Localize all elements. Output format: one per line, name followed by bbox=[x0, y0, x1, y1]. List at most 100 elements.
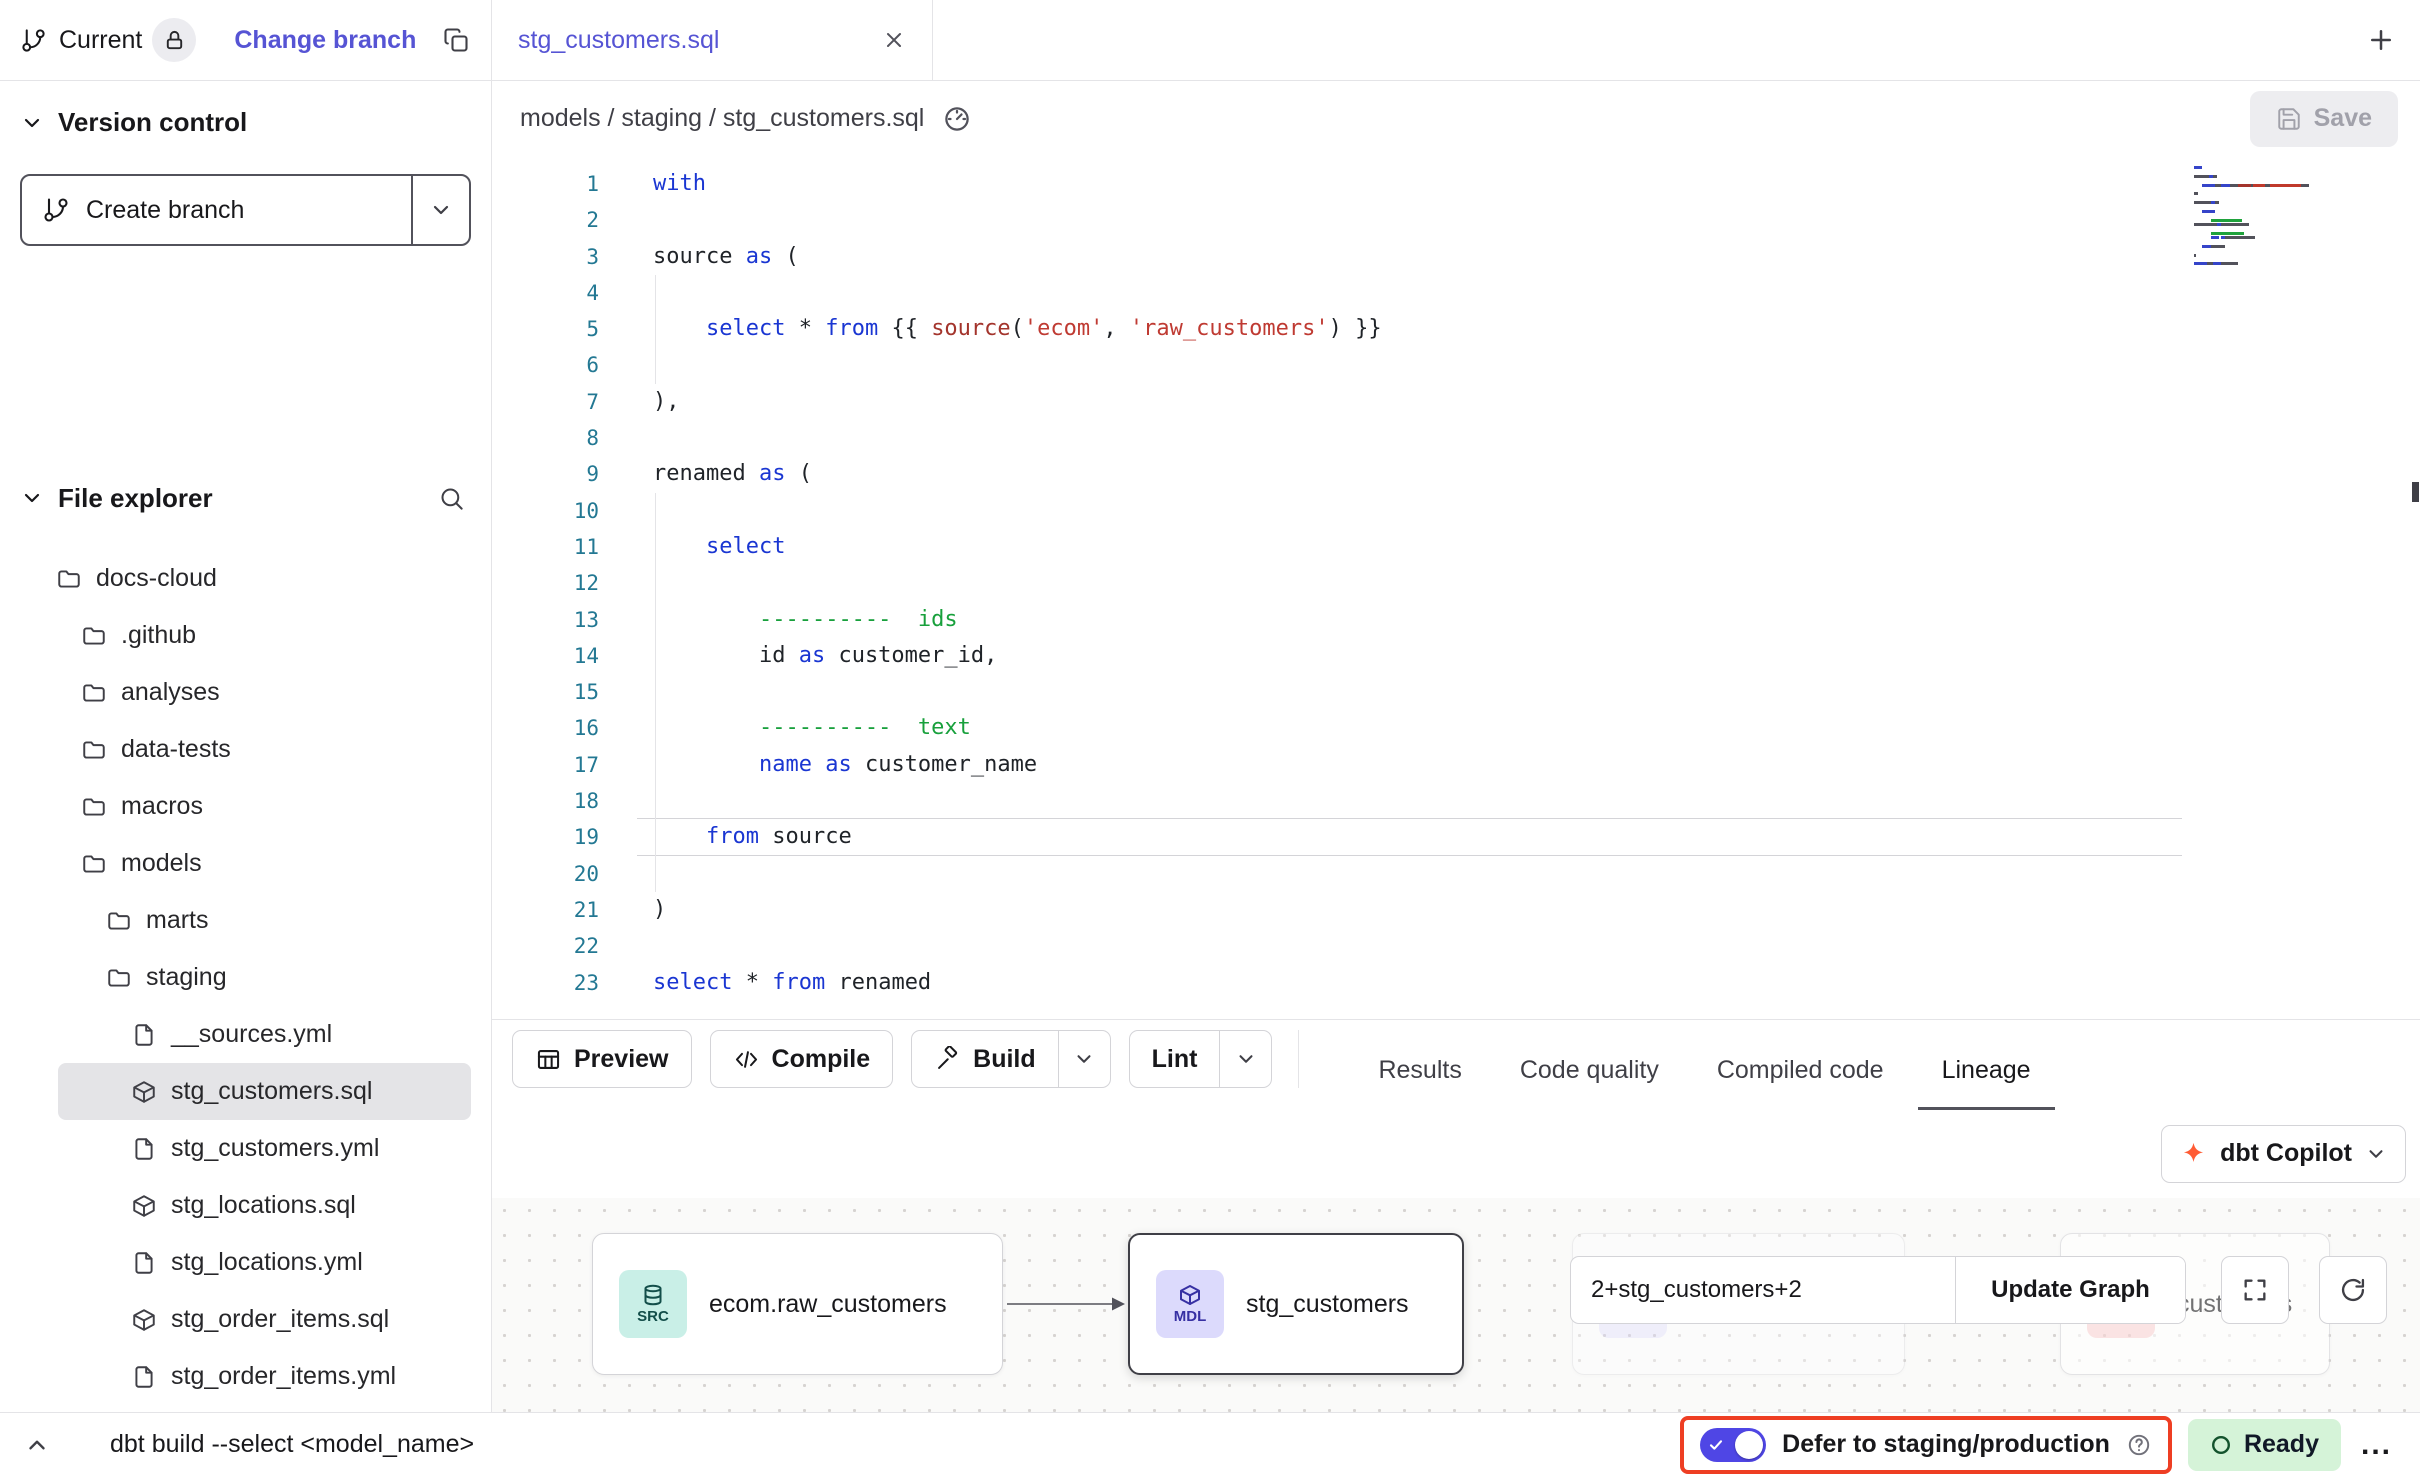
build-dropdown[interactable] bbox=[1058, 1031, 1110, 1087]
line-number: 7 bbox=[492, 384, 599, 420]
minimap-line bbox=[2194, 249, 2334, 252]
file-item-staging[interactable]: staging bbox=[0, 949, 491, 1006]
file-item-stg_locations.yml[interactable]: stg_locations.yml bbox=[0, 1234, 491, 1291]
lint-dropdown[interactable] bbox=[1219, 1031, 1271, 1087]
defer-annotated-group: Defer to staging/production bbox=[1680, 1416, 2172, 1474]
minimap-line bbox=[2194, 184, 2334, 187]
status-bar: dbt build --select <model_name> Defer to… bbox=[0, 1412, 2420, 1476]
line-number: 19 bbox=[492, 819, 599, 855]
file-item-macros[interactable]: macros bbox=[0, 778, 491, 835]
fullscreen-button[interactable] bbox=[2221, 1256, 2289, 1324]
version-control-header[interactable]: Version control bbox=[0, 81, 491, 156]
file-item-stg_customers.sql[interactable]: stg_customers.sql bbox=[58, 1063, 471, 1120]
code-line-21: 21 ) bbox=[492, 892, 2420, 928]
scrollbar-marker[interactable] bbox=[2412, 482, 2419, 502]
code-line-6: 6 bbox=[492, 347, 2420, 383]
line-number: 11 bbox=[492, 529, 599, 565]
fullscreen-icon bbox=[2241, 1276, 2269, 1304]
line-number: 22 bbox=[492, 928, 599, 964]
button-label: Build bbox=[973, 1045, 1036, 1074]
chevron-up-icon[interactable] bbox=[24, 1432, 50, 1458]
breadcrumb-row: models / staging / stg_customers.sql Sav… bbox=[492, 81, 2420, 156]
file-item-stg_locations.sql[interactable]: stg_locations.sql bbox=[0, 1177, 491, 1234]
tab-code-quality[interactable]: Code quality bbox=[1491, 1030, 1688, 1110]
update-graph-button[interactable]: Update Graph bbox=[1955, 1257, 2185, 1323]
file-item-docs-cloud[interactable]: docs-cloud bbox=[0, 550, 491, 607]
tab-results[interactable]: Results bbox=[1349, 1030, 1490, 1110]
indent-guide bbox=[655, 275, 656, 384]
file-item-label: stg_locations.yml bbox=[171, 1248, 363, 1277]
status-ready-badge[interactable]: Ready bbox=[2188, 1419, 2341, 1471]
file-item-__sources.yml[interactable]: __sources.yml bbox=[0, 1006, 491, 1063]
table-icon bbox=[535, 1046, 562, 1073]
button-label: Preview bbox=[574, 1045, 669, 1074]
minimap-line bbox=[2194, 170, 2334, 173]
line-number: 8 bbox=[492, 420, 599, 456]
create-branch-button[interactable]: Create branch bbox=[20, 174, 471, 246]
file-item-marts[interactable]: marts bbox=[0, 892, 491, 949]
file-item-label: .github bbox=[121, 621, 196, 650]
compile-button[interactable]: Compile bbox=[710, 1030, 894, 1088]
status-circle-icon bbox=[2210, 1434, 2232, 1456]
refresh-button[interactable] bbox=[2319, 1256, 2387, 1324]
file-item-label: macros bbox=[121, 792, 203, 821]
file-item-.github[interactable]: .github bbox=[0, 607, 491, 664]
minimap-line bbox=[2194, 240, 2334, 243]
file-item-label: docs-cloud bbox=[96, 564, 217, 593]
tab-lineage[interactable]: Lineage bbox=[1913, 1030, 2060, 1110]
file-item-models[interactable]: models bbox=[0, 835, 491, 892]
git-branch-icon bbox=[20, 27, 47, 54]
file-item-stg_customers.yml[interactable]: stg_customers.yml bbox=[0, 1120, 491, 1177]
file-item-analyses[interactable]: analyses bbox=[0, 664, 491, 721]
file-explorer-header[interactable]: File explorer bbox=[0, 476, 491, 520]
minimap-line bbox=[2194, 192, 2334, 195]
file-item-stg_order_items.yml[interactable]: stg_order_items.yml bbox=[0, 1348, 491, 1405]
new-tab-plus-icon[interactable] bbox=[2366, 25, 2396, 55]
minimap[interactable] bbox=[2194, 166, 2334, 267]
search-icon[interactable] bbox=[438, 485, 465, 512]
build-button[interactable]: Build bbox=[911, 1030, 1111, 1088]
minimap-line bbox=[2194, 188, 2334, 191]
node-label: stg_customers bbox=[1246, 1290, 1409, 1319]
cube-icon bbox=[131, 1079, 157, 1105]
minimap-line bbox=[2194, 214, 2334, 217]
folder-icon bbox=[81, 680, 107, 706]
code-editor[interactable]: 1 with 2 3 source as ( 4 5 select * from… bbox=[492, 156, 2420, 1019]
file-item-label: stg_customers.yml bbox=[171, 1134, 379, 1163]
code-lines: 1 with 2 3 source as ( 4 5 select * from… bbox=[492, 156, 2420, 1001]
bottom-toolbar: Preview Compile Build Lint Results Code … bbox=[492, 1019, 2420, 1109]
tab-stg-customers-sql[interactable]: stg_customers.sql bbox=[492, 0, 933, 80]
chevron-down-icon bbox=[429, 198, 453, 222]
tab-compiled-code[interactable]: Compiled code bbox=[1688, 1030, 1913, 1110]
change-branch-link[interactable]: Change branch bbox=[234, 26, 416, 55]
code-line-4: 4 bbox=[492, 275, 2420, 311]
file-item-label: stg_locations.sql bbox=[171, 1191, 356, 1220]
file-item-label: stg_customers.sql bbox=[171, 1077, 372, 1106]
lineage-canvas[interactable]: MDL customers SEM customers Update Graph… bbox=[492, 1198, 2420, 1412]
copy-icon[interactable] bbox=[442, 26, 470, 54]
gauge-icon[interactable] bbox=[942, 104, 972, 134]
file-item-label: stg_order_items.sql bbox=[171, 1305, 389, 1334]
lint-button[interactable]: Lint bbox=[1129, 1030, 1273, 1088]
db-icon bbox=[641, 1283, 665, 1307]
create-branch-dropdown[interactable] bbox=[411, 176, 469, 244]
folder-icon bbox=[56, 566, 82, 592]
preview-button[interactable]: Preview bbox=[512, 1030, 692, 1088]
more-menu-button[interactable]: ... bbox=[2361, 1428, 2392, 1462]
code-line-2: 2 bbox=[492, 202, 2420, 238]
help-icon[interactable] bbox=[2126, 1432, 2152, 1458]
close-icon[interactable] bbox=[882, 28, 906, 52]
sidebar: Current Change branch Version control Cr… bbox=[0, 0, 492, 1412]
lineage-node-ecom.raw_customers[interactable]: SRC ecom.raw_customers bbox=[592, 1233, 1003, 1375]
save-button[interactable]: Save bbox=[2250, 91, 2398, 147]
code-line-11: 11 select bbox=[492, 529, 2420, 565]
file-item-data-tests[interactable]: data-tests bbox=[0, 721, 491, 778]
button-label: Compile bbox=[772, 1045, 871, 1074]
file-item-stg_order_items.sql[interactable]: stg_order_items.sql bbox=[0, 1291, 491, 1348]
lineage-search-input[interactable] bbox=[1571, 1257, 1955, 1323]
dbt-copilot-button[interactable]: dbt Copilot bbox=[2161, 1125, 2406, 1183]
lineage-node-stg_customers[interactable]: MDL stg_customers bbox=[1128, 1233, 1464, 1375]
file-item-label: stg_order_items.yml bbox=[171, 1362, 396, 1391]
create-branch-main[interactable]: Create branch bbox=[22, 176, 411, 244]
defer-toggle[interactable] bbox=[1700, 1428, 1766, 1462]
